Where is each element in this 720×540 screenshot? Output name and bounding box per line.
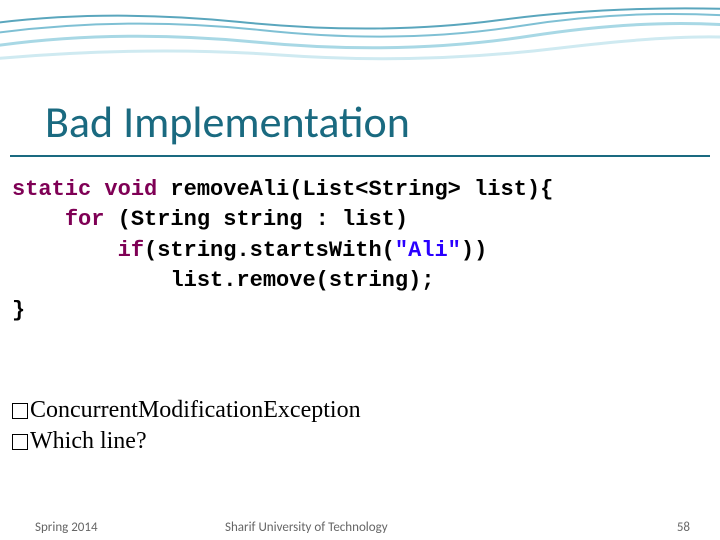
code-block: static void removeAli(List<String> list)… (12, 175, 553, 327)
footer-page-number: 58 (677, 520, 690, 535)
code-keyword: for (65, 207, 105, 232)
body-text: ConcurrentModificationException (30, 397, 361, 423)
title-underline (10, 155, 710, 157)
footer-org: Sharif University of Technology (225, 520, 388, 535)
wave-decoration (0, 0, 720, 90)
code-text: removeAli(List<String> list){ (157, 177, 553, 202)
code-text: (String string : list) (104, 207, 408, 232)
bullet-box-icon (12, 434, 28, 450)
code-text: )) (461, 238, 487, 263)
footer-date: Spring 2014 (35, 520, 98, 535)
slide-title: Bad Implementation (45, 95, 410, 149)
code-text: (string.startsWith( (144, 238, 395, 263)
body-line-1: ConcurrentModificationException (12, 395, 361, 426)
code-keyword: if (118, 238, 144, 263)
code-text: list.remove(string); (170, 268, 434, 293)
bullet-box-icon (12, 403, 28, 419)
code-text: } (12, 298, 25, 323)
code-keyword: static void (12, 177, 157, 202)
body-text: Which line? (30, 428, 147, 454)
body-line-2: Which line? (12, 426, 147, 457)
code-string: "Ali" (395, 238, 461, 263)
